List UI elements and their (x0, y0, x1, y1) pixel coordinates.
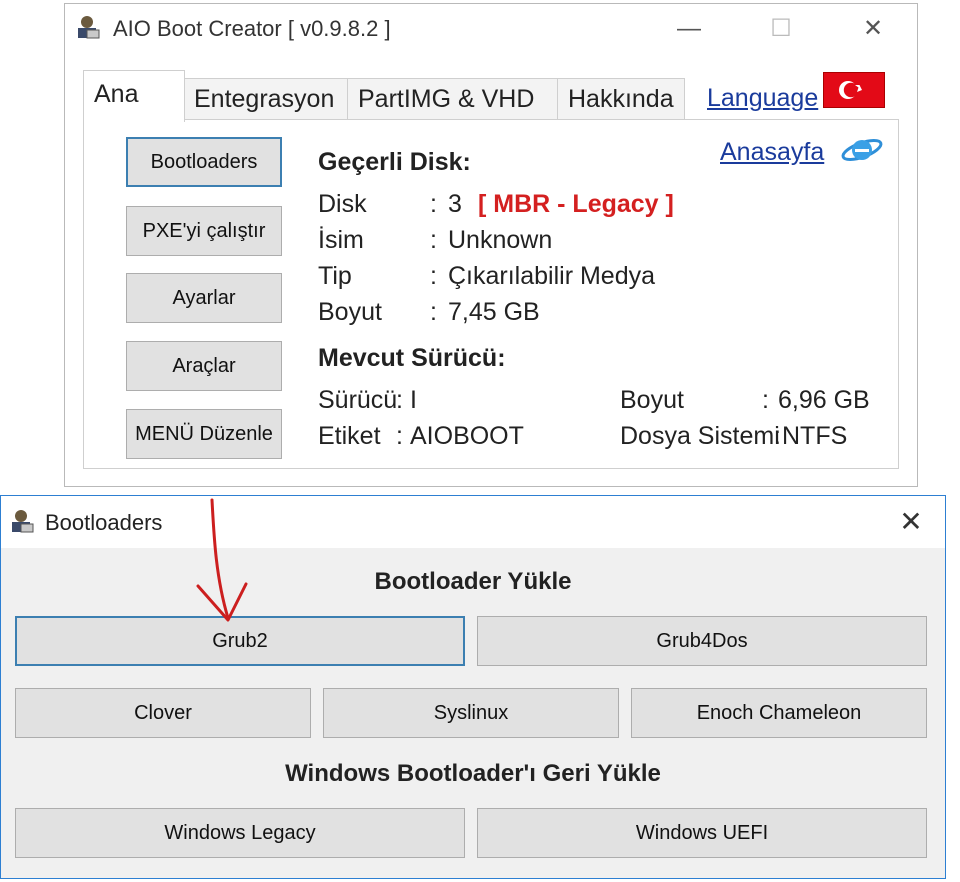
drive-size-key: Boyut (620, 386, 684, 414)
name-sep: : (430, 226, 437, 254)
size-key: Boyut (318, 298, 382, 326)
drive-size-value: 6,96 GB (778, 386, 870, 414)
dialog-close-button[interactable]: ✕ (891, 504, 931, 540)
disk-sep: : (430, 190, 437, 218)
name-key: İsim (318, 226, 364, 254)
size-sep: : (430, 298, 437, 326)
main-titlebar: AIO Boot Creator [ v0.9.8.2 ] — ☐ ✕ (65, 4, 917, 52)
window-title: AIO Boot Creator [ v0.9.8.2 ] (113, 16, 391, 41)
settings-button[interactable]: Ayarlar (126, 273, 282, 323)
restore-windows-bootloader-heading: Windows Bootloader'ı Geri Yükle (285, 760, 661, 787)
homepage-link[interactable]: Anasayfa (720, 138, 824, 167)
clover-button[interactable]: Clover (15, 688, 311, 738)
bootloaders-button[interactable]: Bootloaders (126, 137, 282, 187)
dialog-title: Bootloaders (45, 510, 163, 535)
syslinux-button[interactable]: Syslinux (323, 688, 619, 738)
internet-explorer-icon[interactable] (840, 134, 886, 166)
annotation-arrow-icon (196, 498, 248, 622)
windows-uefi-button[interactable]: Windows UEFI (477, 808, 927, 858)
language-link[interactable]: Language (707, 84, 818, 113)
tab-ana[interactable]: Ana (83, 70, 185, 122)
main-window: AIO Boot Creator [ v0.9.8.2 ] — ☐ ✕ Ana … (64, 3, 918, 487)
tab-hakkinda[interactable]: Hakkında (557, 78, 685, 120)
drive-letter-key: Sürücü (318, 386, 398, 414)
type-key: Tip (318, 262, 352, 290)
current-disk-heading: Geçerli Disk: (318, 148, 471, 176)
type-value: Çıkarılabilir Medya (448, 262, 656, 290)
drive-size-sep: : (762, 386, 769, 414)
windows-legacy-button[interactable]: Windows Legacy (15, 808, 465, 858)
type-sep: : (430, 262, 437, 290)
disk-key: Disk (318, 190, 367, 218)
install-bootloader-heading: Bootloader Yükle (374, 568, 572, 595)
drive-letter-value: I (410, 386, 417, 414)
crescent-star-icon (839, 81, 862, 99)
filesystem-key: Dosya Sistemi (620, 422, 780, 450)
tab-entegrasyon[interactable]: Entegrasyon (183, 78, 349, 120)
drive-letter-sep: : (396, 386, 403, 414)
bootloaders-dialog: Bootloaders ✕ Bootloader Yükle Grub2 Gru… (0, 495, 946, 879)
maximize-button[interactable]: ☐ (761, 12, 801, 46)
partition-style-badge: [ MBR - Legacy ] (478, 190, 674, 218)
dialog-titlebar: Bootloaders ✕ (1, 496, 945, 548)
dialog-app-icon (12, 510, 34, 533)
tools-button[interactable]: Araçlar (126, 341, 282, 391)
label-value: AIOBOOT (410, 422, 524, 450)
minimize-button[interactable]: — (669, 12, 709, 46)
turkish-flag-icon[interactable] (823, 72, 885, 108)
grub4dos-button[interactable]: Grub4Dos (477, 616, 927, 666)
enoch-chameleon-button[interactable]: Enoch Chameleon (631, 688, 927, 738)
disk-value: 3 (448, 190, 462, 218)
label-sep: : (396, 422, 403, 450)
filesystem-value: NTFS (782, 422, 848, 450)
close-button[interactable]: ✕ (853, 12, 893, 46)
edit-menu-button[interactable]: MENÜ Düzenle (126, 409, 282, 459)
run-pxe-button[interactable]: PXE'yi çalıştır (126, 206, 282, 256)
label-key: Etiket (318, 422, 381, 450)
tab-partimg-vhd[interactable]: PartIMG & VHD (347, 78, 559, 120)
app-icon (78, 16, 100, 39)
filesystem-sep: : (774, 422, 781, 450)
name-value: Unknown (448, 226, 553, 254)
current-drive-heading: Mevcut Sürücü: (318, 344, 506, 372)
ana-tab-panel: Anasayfa Bootloaders PXE'yi çalıştır Aya… (83, 119, 899, 469)
size-value: 7,45 GB (448, 298, 540, 326)
